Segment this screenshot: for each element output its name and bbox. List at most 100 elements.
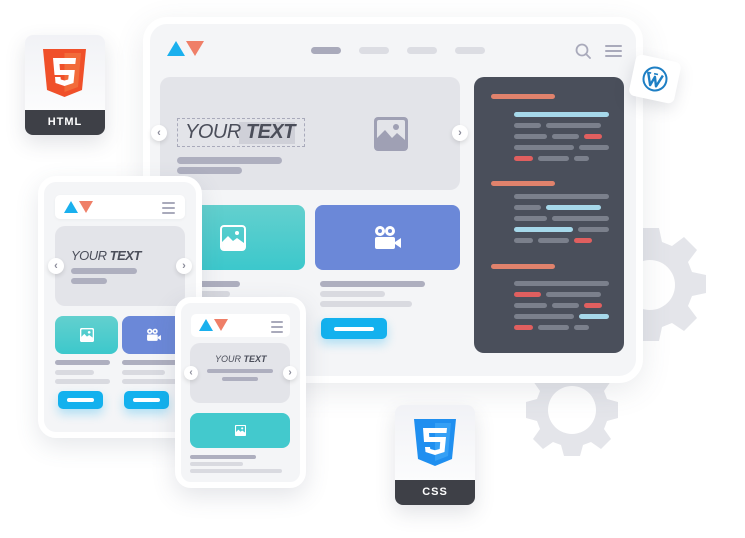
html-badge-label: HTML [25, 110, 105, 135]
code-line [491, 264, 555, 269]
code-line [579, 145, 609, 150]
code-line [574, 325, 589, 330]
search-icon[interactable] [575, 43, 591, 59]
image-icon [79, 328, 94, 342]
card-text-line [190, 462, 243, 466]
card-text-line [320, 301, 412, 307]
code-line [514, 194, 609, 199]
tablet-header [55, 195, 185, 219]
code-line [491, 181, 555, 186]
hero-subtext-line [207, 369, 273, 373]
cta-button[interactable] [58, 391, 103, 409]
code-panel [474, 77, 624, 353]
css-badge-label: CSS [395, 480, 475, 505]
code-line [514, 156, 533, 161]
code-line [552, 134, 579, 139]
card-text-line [55, 370, 94, 375]
logo-triangle-orange [79, 201, 93, 213]
image-card[interactable] [55, 316, 118, 354]
hero-banner: YOUR TEXT [160, 77, 460, 190]
code-line [491, 94, 555, 99]
card-text-line [55, 360, 110, 365]
css-badge: CSS [395, 405, 475, 505]
card-text-line [122, 370, 165, 375]
logo-triangle-blue [167, 41, 185, 56]
code-line [584, 134, 602, 139]
phone-hero-banner: YOUR TEXT [190, 343, 290, 403]
code-line [514, 303, 547, 308]
code-line [514, 205, 541, 210]
card-text-line [320, 281, 425, 287]
hero-next-arrow[interactable]: › [283, 366, 297, 380]
card-text-line [122, 379, 177, 384]
logo-triangle-orange [186, 41, 204, 56]
code-line [514, 292, 541, 297]
hero-prev-arrow[interactable]: ‹ [48, 258, 64, 274]
nav-item-3[interactable] [407, 47, 437, 54]
hero-next-arrow[interactable]: › [176, 258, 192, 274]
logo-triangle-orange [214, 319, 228, 331]
code-line [514, 281, 609, 286]
code-line [579, 314, 609, 319]
code-line [514, 123, 541, 128]
hero-text: YOUR TEXT [215, 354, 267, 364]
code-line [546, 205, 601, 210]
menu-icon[interactable] [605, 45, 622, 60]
code-line [514, 216, 547, 221]
wordpress-icon [642, 66, 668, 92]
hero-subtext-line [71, 278, 107, 284]
code-line [552, 216, 609, 221]
video-camera-icon [146, 328, 161, 341]
logo-triangle-blue [199, 319, 213, 331]
card-text-line [190, 455, 256, 459]
css3-icon [414, 419, 456, 466]
nav-item-4[interactable] [455, 47, 485, 54]
code-line [514, 145, 574, 150]
code-line [514, 227, 573, 232]
hero-subtext-line [222, 377, 258, 381]
cta-button[interactable] [124, 391, 169, 409]
logo-triangle-blue [64, 201, 78, 213]
logo [167, 41, 204, 56]
code-line [578, 227, 609, 232]
nav-item-1[interactable] [311, 47, 341, 54]
hero-text: YOUR TEXT [185, 121, 295, 143]
code-line [584, 303, 602, 308]
code-line [514, 112, 609, 117]
code-line [574, 238, 592, 243]
card-text-line [190, 469, 282, 473]
phone-header [191, 314, 290, 337]
code-line [514, 238, 533, 243]
video-card[interactable] [315, 205, 460, 270]
nav-item-2[interactable] [359, 47, 389, 54]
html5-icon [43, 49, 86, 97]
hero-next-arrow[interactable]: › [452, 125, 468, 141]
small-gear-icon [526, 372, 618, 456]
hero-prev-arrow[interactable]: ‹ [151, 125, 167, 141]
hero-prev-arrow[interactable]: ‹ [184, 366, 198, 380]
tablet-hero-banner: YOUR TEXT [55, 226, 185, 306]
code-line [546, 123, 601, 128]
code-line [546, 292, 601, 297]
image-icon [374, 117, 408, 151]
menu-icon[interactable] [271, 321, 283, 336]
code-line [538, 156, 569, 161]
card-text-line [122, 360, 177, 365]
image-icon [219, 224, 246, 251]
card-text-line [320, 291, 385, 297]
code-line [552, 303, 579, 308]
card-text-line [55, 379, 110, 384]
cta-button[interactable] [321, 318, 387, 339]
code-line [538, 238, 569, 243]
hero-subtext-line [71, 268, 137, 274]
code-line [514, 314, 574, 319]
menu-icon[interactable] [162, 202, 175, 217]
image-card[interactable] [190, 413, 290, 448]
image-icon [234, 425, 246, 436]
hero-subtext-line [177, 167, 242, 174]
video-camera-icon [374, 225, 401, 249]
hero-subtext-line [177, 157, 282, 164]
logo [199, 319, 228, 331]
code-line [574, 156, 589, 161]
hero-text: YOUR TEXT [71, 248, 141, 263]
